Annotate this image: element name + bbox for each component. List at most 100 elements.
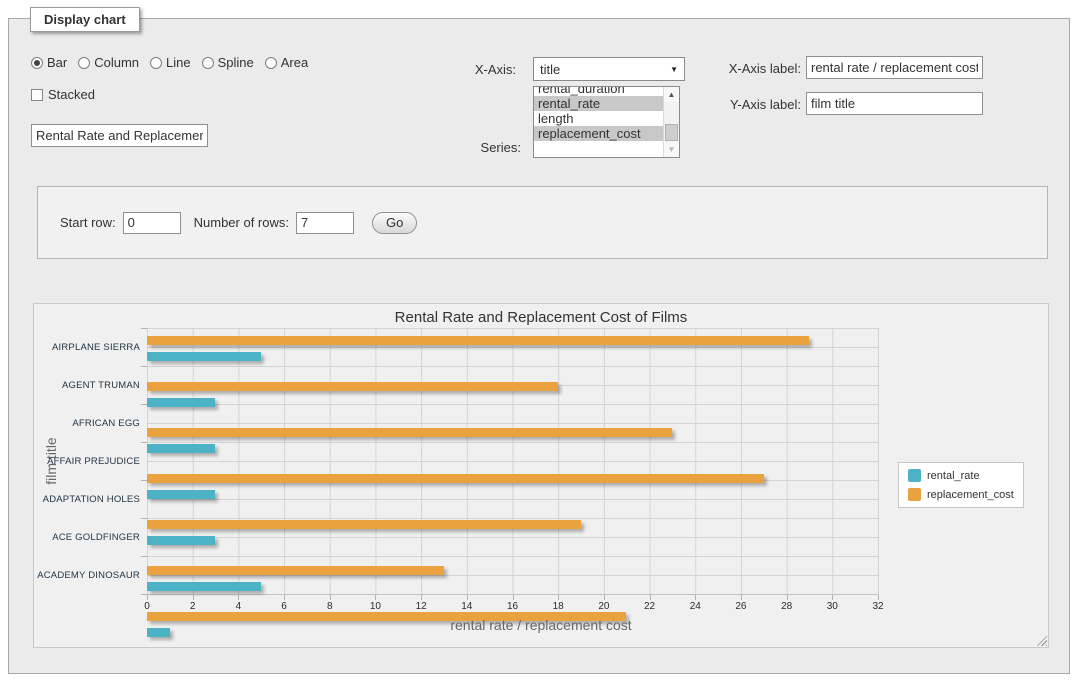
bar-replacement_cost[interactable] [147, 428, 672, 437]
bar-rental_rate[interactable] [147, 490, 215, 499]
scroll-down-icon[interactable]: ▼ [664, 142, 679, 157]
x-axis-select-label: X-Axis: [424, 62, 516, 77]
x-tick-label: 0 [144, 601, 150, 612]
radio-label: Column [94, 55, 139, 70]
x-tick-mark [238, 595, 239, 600]
chart-type-group: Bar Column Line Spline Area [31, 55, 308, 70]
x-tick-mark [604, 595, 605, 600]
bar-rental_rate[interactable] [147, 352, 261, 361]
legend-label: rental_rate [927, 470, 980, 482]
listbox-scrollbar[interactable]: ▲ ▼ [663, 87, 679, 157]
x-tick-mark [695, 595, 696, 600]
stacked-checkbox[interactable] [31, 89, 43, 101]
chart-type-option-column[interactable]: Column [78, 55, 139, 70]
x-tick-label: 30 [827, 601, 838, 612]
x-tick-label: 6 [281, 601, 287, 612]
y-tick-mark [141, 442, 147, 443]
chart-type-option-spline[interactable]: Spline [202, 55, 254, 70]
y-axis-title: film title [43, 401, 59, 521]
y-tick-mark [141, 404, 147, 405]
x-tick-mark [375, 595, 376, 600]
category-label: AIRPLANE SIERRA [34, 328, 140, 366]
start-row-input[interactable] [123, 212, 181, 234]
x-tick-label: 10 [370, 601, 381, 612]
x-tick-mark [284, 595, 285, 600]
x-tick-mark [787, 595, 788, 600]
panel-title: Display chart [30, 7, 140, 32]
series-option-replacement_cost[interactable]: replacement_cost [534, 126, 663, 141]
bar-replacement_cost[interactable] [147, 382, 558, 391]
plot-area [147, 328, 879, 595]
legend-item-rental_rate[interactable]: rental_rate [908, 469, 1014, 482]
chart-type-option-area[interactable]: Area [265, 55, 308, 70]
radio-icon[interactable] [150, 57, 162, 69]
series-listbox[interactable]: rental_durationrental_ratelengthreplacem… [533, 86, 680, 158]
x-tick-mark [878, 595, 879, 600]
bar-rental_rate[interactable] [147, 536, 215, 545]
chart-title-input[interactable] [31, 124, 208, 147]
radio-icon[interactable] [265, 57, 277, 69]
x-tick-label: 20 [598, 601, 609, 612]
x-tick-mark [513, 595, 514, 600]
go-button[interactable]: Go [372, 212, 417, 234]
scroll-up-icon[interactable]: ▲ [664, 87, 679, 102]
radio-icon[interactable] [78, 57, 90, 69]
bar-replacement_cost[interactable] [147, 566, 444, 575]
x-tick-mark [832, 595, 833, 600]
radio-icon[interactable] [202, 57, 214, 69]
x-axis-label-input[interactable] [806, 56, 983, 79]
x-tick-mark [467, 595, 468, 600]
num-rows-label: Number of rows: [194, 215, 289, 230]
x-tick-mark [193, 595, 194, 600]
radio-label: Area [281, 55, 308, 70]
category-label: ACADEMY DINOSAUR [34, 556, 140, 594]
category-label: AGENT TRUMAN [34, 366, 140, 404]
bar-rental_rate[interactable] [147, 398, 215, 407]
y-axis-label-label: Y-Axis label: [703, 97, 801, 112]
display-chart-panel: Display chart BarColumnLineSplineArea St… [8, 18, 1070, 674]
radio-label: Bar [47, 55, 67, 70]
bar-replacement_cost[interactable] [147, 520, 581, 529]
y-tick-mark [141, 366, 147, 367]
radio-label: Line [166, 55, 191, 70]
resize-grip-icon[interactable] [1034, 633, 1047, 646]
bar-group [147, 382, 878, 420]
x-tick-mark [741, 595, 742, 600]
scrollbar-thumb[interactable] [665, 124, 678, 141]
chart-title: Rental Rate and Replacement Cost of Film… [34, 309, 1048, 326]
y-axis-label-input[interactable] [806, 92, 983, 115]
chevron-down-icon: ▼ [670, 65, 678, 74]
x-tick-label: 22 [644, 601, 655, 612]
bar-replacement_cost[interactable] [147, 336, 809, 345]
num-rows-input[interactable] [296, 212, 354, 234]
series-option-rental_rate[interactable]: rental_rate [534, 96, 663, 111]
x-tick-label: 28 [781, 601, 792, 612]
x-tick-mark [421, 595, 422, 600]
chart-type-option-bar[interactable]: Bar [31, 55, 67, 70]
rows-panel: Start row: Number of rows: Go [37, 186, 1048, 259]
x-tick-label: 16 [507, 601, 518, 612]
bar-replacement_cost[interactable] [147, 474, 764, 483]
chart-type-option-line[interactable]: Line [150, 55, 191, 70]
bar-group [147, 474, 878, 512]
x-tick-label: 26 [735, 601, 746, 612]
radio-label: Spline [218, 55, 254, 70]
start-row-label: Start row: [60, 215, 116, 230]
y-tick-mark [141, 518, 147, 519]
radio-icon[interactable] [31, 57, 43, 69]
bar-rental_rate[interactable] [147, 582, 261, 591]
x-tick-label: 14 [461, 601, 472, 612]
x-axis-selected-value: title [540, 62, 560, 77]
stacked-option[interactable]: Stacked [31, 87, 95, 102]
bar-group [147, 336, 878, 374]
bar-rental_rate[interactable] [147, 444, 215, 453]
x-tick-label: 18 [553, 601, 564, 612]
series-option-length[interactable]: length [534, 111, 663, 126]
x-axis-select[interactable]: title ▼ [533, 57, 685, 81]
legend-item-replacement_cost[interactable]: replacement_cost [908, 488, 1014, 501]
x-tick-label: 12 [416, 601, 427, 612]
series-option-rental_duration[interactable]: rental_duration [534, 86, 663, 96]
x-tick-label: 2 [190, 601, 196, 612]
x-tick-label: 24 [690, 601, 701, 612]
y-tick-mark [141, 328, 147, 329]
